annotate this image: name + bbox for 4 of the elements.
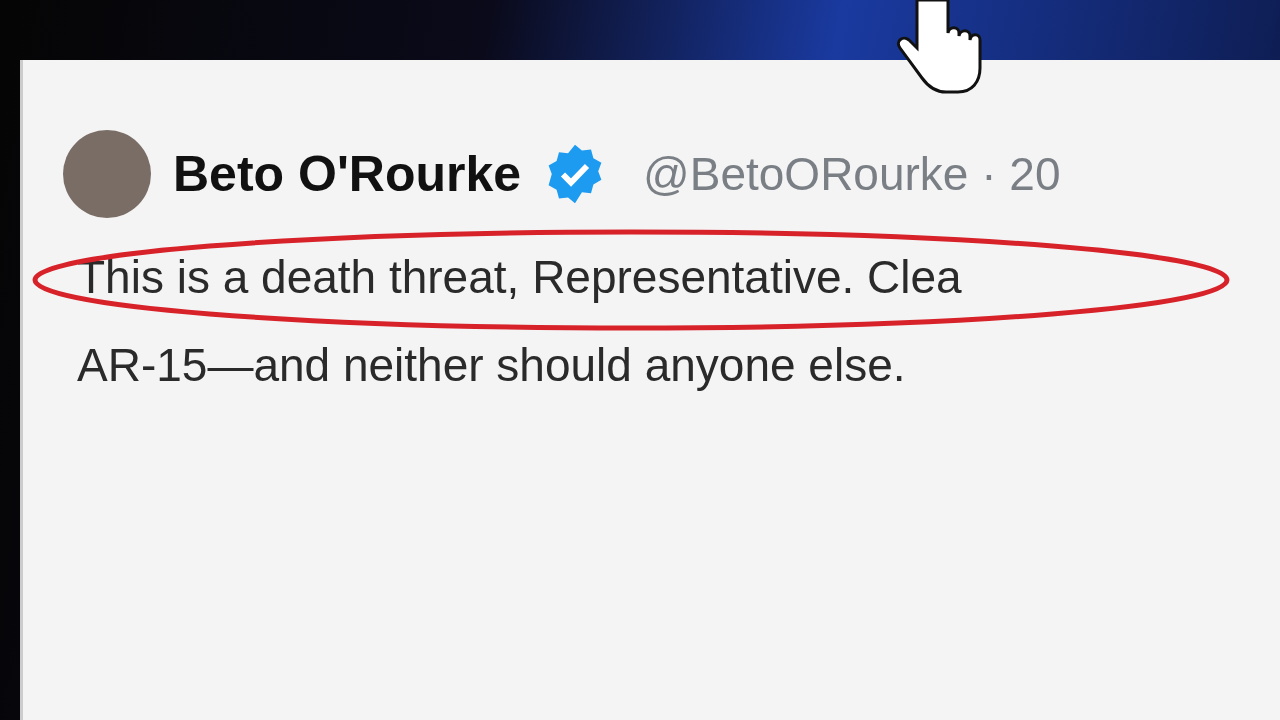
author-name[interactable]: Beto O'Rourke [173, 145, 522, 203]
handle-time[interactable]: @BetoORourke · 20 [643, 147, 1061, 201]
tweet-text-line: AR-15—and neither should anyone else. [77, 338, 906, 393]
tweet-text-line: This is a death threat, Representative. Clea [77, 250, 962, 305]
